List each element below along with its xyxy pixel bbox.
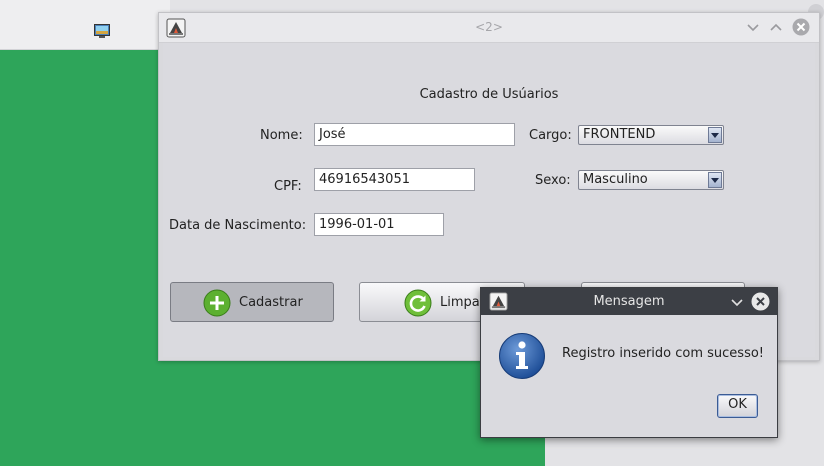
ok-button[interactable]: OK — [717, 394, 758, 418]
form-title: Cadastro de Usúarios — [419, 87, 559, 102]
main-window-titlebar[interactable]: <2> — [159, 13, 819, 43]
cadastrar-button[interactable]: Cadastrar — [170, 282, 334, 322]
cpf-label: CPF: — [274, 179, 302, 194]
close-icon[interactable] — [751, 292, 770, 311]
dropdown-arrow-icon[interactable] — [708, 172, 722, 188]
info-icon — [499, 333, 545, 379]
sexo-selected-value: Masculino — [583, 172, 648, 187]
cadastrar-label: Cadastrar — [239, 295, 303, 310]
dialog-message: Registro inserido com sucesso! — [562, 346, 765, 361]
monitor-icon — [94, 24, 110, 38]
dropdown-arrow-icon[interactable] — [708, 127, 722, 143]
sexo-select[interactable]: Masculino — [578, 170, 724, 190]
minimize-icon[interactable] — [729, 294, 745, 310]
background-window-strip — [0, 0, 170, 50]
limpar-label: Limpar — [440, 295, 486, 310]
sexo-label: Sexo: — [535, 173, 571, 188]
cargo-selected-value: FRONTEND — [583, 127, 656, 142]
nascimento-field[interactable]: 1996-01-01 — [314, 213, 444, 236]
nascimento-label: Data de Nascimento: — [169, 218, 307, 233]
cargo-label: Cargo: — [529, 128, 572, 143]
close-icon[interactable] — [792, 18, 810, 36]
message-dialog: Mensagem Registro inserido com sucesso! … — [480, 287, 778, 438]
add-icon — [203, 289, 231, 317]
window-title: <2> — [475, 20, 503, 34]
minimize-icon[interactable] — [745, 19, 761, 35]
maximize-icon[interactable] — [768, 19, 784, 35]
cpf-field[interactable]: 46916543051 — [314, 168, 475, 191]
cargo-select[interactable]: FRONTEND — [578, 125, 724, 145]
nome-field[interactable]: José — [314, 123, 515, 146]
dialog-titlebar[interactable]: Mensagem — [481, 288, 777, 315]
refresh-icon — [404, 289, 432, 317]
nome-label: Nome: — [260, 128, 303, 143]
